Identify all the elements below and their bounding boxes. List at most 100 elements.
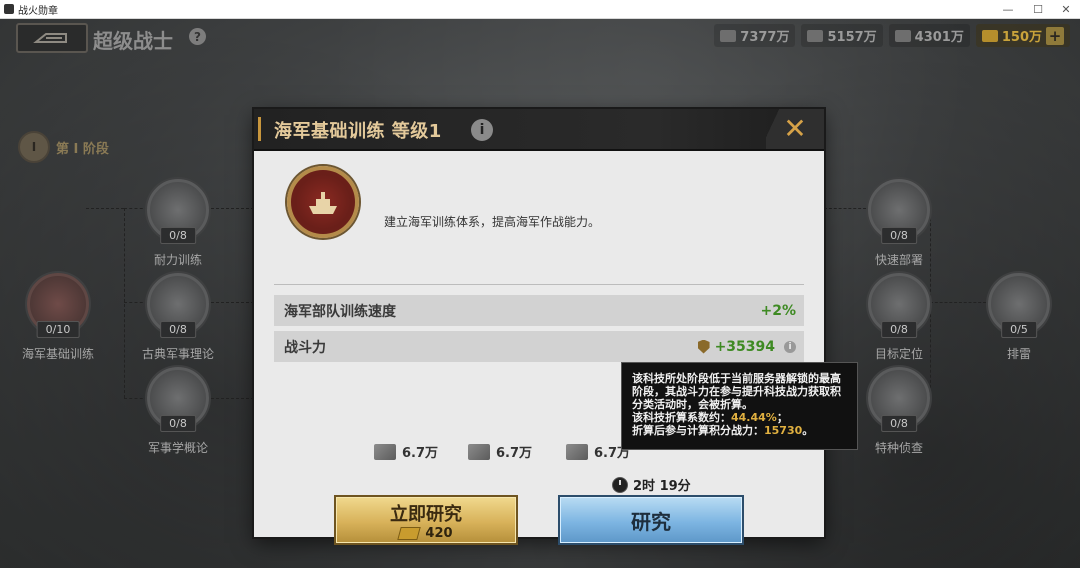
divider bbox=[274, 284, 804, 285]
resource-value: 7377万 bbox=[740, 30, 790, 45]
app-icon bbox=[4, 4, 14, 14]
stat-value: +35394 i bbox=[697, 338, 796, 355]
resource-bar: 7377万 5157万 4301万 150万 + bbox=[714, 24, 1070, 47]
window-title: 战火勋章 bbox=[18, 5, 58, 17]
ship-icon: 0/10 bbox=[27, 273, 89, 338]
cost-cash: 6.7万 bbox=[374, 442, 438, 461]
game-view: 超级战士 ? 7377万 5157万 4301万 150万 + I 第 I 阶段 bbox=[0, 19, 1080, 568]
stat-row-training-speed: 海军部队训练速度 +2% bbox=[274, 295, 804, 326]
instant-research-label: 立即研究 bbox=[390, 504, 462, 525]
info-icon[interactable]: i bbox=[471, 119, 493, 141]
stat-row-combat-power: 战斗力 +35394 i bbox=[274, 331, 804, 362]
stage-badge-icon: I bbox=[18, 131, 50, 163]
books-icon: 0/8 bbox=[147, 273, 209, 338]
tree-connector bbox=[86, 208, 124, 209]
window-close-button[interactable]: ✕ bbox=[1048, 0, 1080, 18]
research-time: 2时 19分 bbox=[612, 475, 691, 494]
tooltip-coefficient: 该科技折算系数约：44.44%； bbox=[632, 411, 847, 424]
node-label: 耐力训练 bbox=[153, 253, 202, 267]
oil-icon bbox=[894, 29, 911, 42]
back-arrow-icon bbox=[33, 33, 67, 43]
help-icon[interactable]: ? bbox=[189, 28, 206, 45]
resource-value: 150万 bbox=[1001, 30, 1042, 45]
cost-value: 6.7万 bbox=[496, 446, 533, 461]
node-label: 海军基础训练 bbox=[21, 347, 94, 361]
window-titlebar: 战火勋章 — ☐ ✕ bbox=[0, 0, 1080, 19]
node-label: 目标定位 bbox=[874, 347, 923, 361]
tech-detail-dialog: 海军基础训练 等级1 i ✕ 建立海军训练体系，提高海军作战能力。 海军部队训练… bbox=[254, 109, 824, 545]
node-count: 0/8 bbox=[160, 227, 196, 244]
naval-emblem-icon bbox=[287, 166, 359, 238]
tree-connector bbox=[124, 208, 125, 398]
tech-node-target-positioning[interactable]: 0/8 目标定位 bbox=[854, 273, 944, 362]
node-label: 军事学概论 bbox=[147, 441, 208, 455]
node-label: 古典军事理论 bbox=[141, 347, 214, 361]
tooltip-converted-power: 折算后参与计算积分战力：15730。 bbox=[632, 424, 847, 437]
stage-indicator: I 第 I 阶段 bbox=[18, 131, 109, 163]
clock-icon bbox=[612, 476, 628, 493]
tooltip-text: 该科技所处阶段低于当前服务器解锁的最高阶段，其战斗力在参与提升科技战力获取积分类… bbox=[632, 372, 841, 411]
steel-icon bbox=[468, 443, 490, 460]
tooltip-punct: ； bbox=[776, 411, 788, 424]
ship-icon bbox=[309, 192, 337, 214]
add-gold-button[interactable]: + bbox=[1046, 26, 1064, 45]
tech-node-rapid-deployment[interactable]: 0/8 快速部署 bbox=[854, 179, 944, 268]
power-info-icon[interactable]: i bbox=[784, 340, 796, 353]
resource-steel[interactable]: 5157万 bbox=[801, 24, 883, 47]
node-count: 0/10 bbox=[36, 321, 80, 338]
node-count: 0/8 bbox=[881, 415, 917, 432]
page-title: 超级战士 bbox=[93, 29, 173, 53]
stat-name: 战斗力 bbox=[284, 339, 326, 356]
resource-oil[interactable]: 4301万 bbox=[888, 24, 970, 47]
resource-value: 5157万 bbox=[827, 30, 877, 45]
instant-research-button[interactable]: 立即研究 420 bbox=[334, 495, 518, 545]
resource-value: 4301万 bbox=[914, 30, 964, 45]
tooltip-coefficient-value: 44.44% bbox=[731, 411, 777, 424]
oil-icon bbox=[566, 443, 588, 460]
research-label: 研究 bbox=[631, 509, 671, 534]
cash-icon bbox=[374, 443, 396, 460]
tech-node-naval-basic-training[interactable]: 0/10 海军基础训练 bbox=[13, 273, 103, 362]
crosshair-icon: 0/8 bbox=[868, 273, 930, 338]
cost-value: 6.7万 bbox=[402, 446, 439, 461]
close-icon: ✕ bbox=[783, 112, 807, 145]
tech-node-mine-clearing[interactable]: 0/5 排雷 bbox=[974, 273, 1064, 362]
tech-node-endurance-training[interactable]: 0/8 耐力训练 bbox=[133, 179, 223, 268]
power-conversion-tooltip: 该科技所处阶段低于当前服务器解锁的最高阶段，其战斗力在参与提升科技战力获取积分类… bbox=[621, 362, 858, 450]
back-button[interactable] bbox=[16, 23, 88, 53]
tech-description: 建立海军训练体系，提高海军作战能力。 bbox=[384, 215, 601, 229]
cost-steel: 6.7万 bbox=[468, 442, 532, 461]
node-count: 0/8 bbox=[160, 321, 196, 338]
gold-bar-icon bbox=[397, 527, 422, 540]
tech-node-military-science-intro[interactable]: 0/8 军事学概论 bbox=[133, 367, 223, 456]
parachute-icon: 0/8 bbox=[868, 179, 930, 244]
tooltip-power-value: 15730 bbox=[764, 424, 803, 437]
tech-node-special-recon[interactable]: 0/8 特种侦查 bbox=[854, 367, 944, 456]
steel-icon bbox=[807, 29, 824, 42]
stage-label: 第 I 阶段 bbox=[56, 141, 109, 157]
stat-value-text: +2% bbox=[760, 302, 797, 319]
node-count: 0/8 bbox=[881, 321, 917, 338]
close-button[interactable]: ✕ bbox=[766, 109, 824, 149]
dialog-header: 海军基础训练 等级1 i ✕ bbox=[254, 109, 824, 151]
power-shield-icon bbox=[697, 339, 710, 354]
stat-value: +2% bbox=[761, 303, 797, 319]
resource-cash[interactable]: 7377万 bbox=[714, 24, 796, 47]
cash-icon bbox=[720, 29, 737, 42]
research-button[interactable]: 研究 bbox=[558, 495, 744, 545]
tech-node-classical-military-theory[interactable]: 0/8 古典军事理论 bbox=[133, 273, 223, 362]
gold-cost-value: 420 bbox=[425, 526, 453, 541]
node-count: 0/8 bbox=[881, 227, 917, 244]
node-label: 快速部署 bbox=[874, 253, 923, 267]
dialog-title: 海军基础训练 等级1 bbox=[274, 121, 442, 142]
tooltip-label: 该科技折算系数约： bbox=[632, 411, 731, 424]
node-count: 0/5 bbox=[1001, 321, 1037, 338]
node-label: 排雷 bbox=[1006, 347, 1031, 361]
node-label: 特种侦查 bbox=[874, 441, 923, 455]
mine-icon: 0/5 bbox=[988, 273, 1050, 338]
node-count: 0/8 bbox=[160, 415, 196, 432]
resource-gold[interactable]: 150万 + bbox=[975, 24, 1070, 47]
stat-value-text: +35394 bbox=[714, 338, 775, 355]
tooltip-label: 折算后参与计算积分战力： bbox=[632, 424, 764, 437]
tooltip-punct: 。 bbox=[802, 424, 814, 437]
